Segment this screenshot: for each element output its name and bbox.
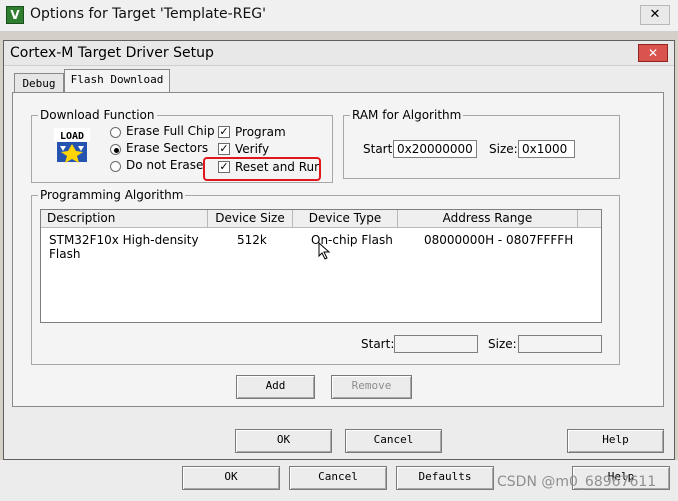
- erase-full-chip-radio[interactable]: [110, 127, 121, 138]
- column-spacer: [578, 210, 601, 228]
- add-button[interactable]: Add: [236, 375, 315, 399]
- algorithm-list[interactable]: Description Device Size Device Type Addr…: [40, 209, 602, 323]
- column-device-size[interactable]: Device Size: [208, 210, 293, 228]
- erase-full-chip-label: Erase Full Chip: [126, 124, 215, 138]
- ram-group-label: RAM for Algorithm: [350, 108, 464, 122]
- verify-checkbox[interactable]: ✓: [218, 143, 230, 155]
- mouse-cursor-icon: [318, 242, 331, 260]
- ram-size-input[interactable]: 0x1000: [518, 140, 575, 158]
- ram-start-input[interactable]: 0x20000000: [393, 140, 477, 158]
- dialog-cancel-button[interactable]: Cancel: [345, 429, 442, 453]
- table-row-description[interactable]: STM32F10x High-density Flash: [49, 233, 229, 261]
- outer-defaults-button[interactable]: Defaults: [396, 466, 494, 490]
- programming-algorithm-label: Programming Algorithm: [38, 188, 186, 202]
- outer-window-title: Options for Target 'Template-REG': [30, 6, 266, 22]
- load-icon-text: LOAD: [60, 131, 84, 142]
- ram-size-label: Size:: [489, 142, 518, 156]
- ram-start-label: Start:: [363, 142, 397, 156]
- algo-start-label: Start:: [361, 337, 395, 351]
- reset-and-run-highlight: [203, 157, 321, 181]
- verify-label: Verify: [235, 142, 270, 156]
- outer-ok-button[interactable]: OK: [182, 466, 280, 490]
- column-device-type[interactable]: Device Type: [293, 210, 398, 228]
- dialog-title: Cortex-M Target Driver Setup: [10, 45, 214, 61]
- remove-button[interactable]: Remove: [331, 375, 412, 399]
- outer-close-button[interactable]: ✕: [640, 5, 670, 25]
- program-label: Program: [235, 125, 286, 139]
- erase-sectors-label: Erase Sectors: [126, 141, 209, 155]
- dialog-ok-button[interactable]: OK: [235, 429, 332, 453]
- table-row-address-range[interactable]: 08000000H - 0807FFFFH: [424, 233, 573, 247]
- dialog-close-button[interactable]: ✕: [638, 44, 668, 62]
- algo-size-input[interactable]: [518, 335, 602, 353]
- column-description[interactable]: Description: [41, 210, 208, 228]
- algo-start-input[interactable]: [394, 335, 478, 353]
- do-not-erase-label: Do not Erase: [126, 158, 204, 172]
- program-checkbox[interactable]: ✓: [218, 126, 230, 138]
- app-icon: V: [6, 6, 24, 24]
- do-not-erase-radio[interactable]: [110, 161, 121, 172]
- algo-size-label: Size:: [488, 337, 517, 351]
- erase-sectors-radio[interactable]: [110, 144, 121, 155]
- watermark: CSDN @m0_68967611: [497, 474, 657, 490]
- load-icon: LOAD: [54, 128, 90, 163]
- dialog-help-button[interactable]: Help: [567, 429, 664, 453]
- outer-cancel-button[interactable]: Cancel: [289, 466, 387, 490]
- table-row-size[interactable]: 512k: [237, 233, 267, 247]
- download-function-label: Download Function: [38, 108, 157, 122]
- column-address-range[interactable]: Address Range: [398, 210, 578, 228]
